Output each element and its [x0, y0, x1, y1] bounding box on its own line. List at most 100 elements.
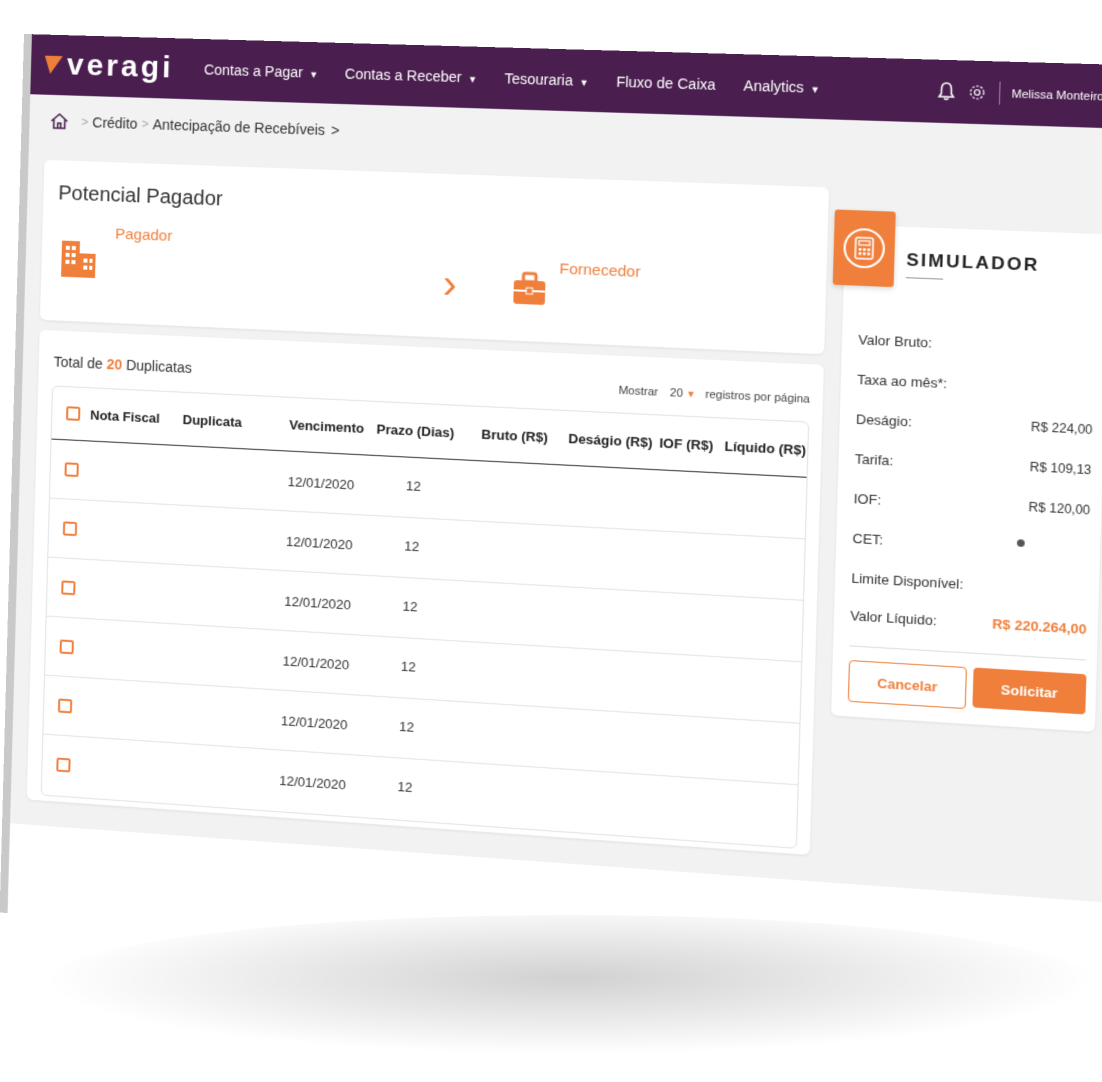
sim-label: IOF: [853, 490, 882, 508]
user-menu[interactable]: Melissa Monteiro ▾ [1011, 87, 1102, 104]
bell-icon[interactable] [938, 82, 956, 101]
nav-fluxo-de-caixa[interactable]: Fluxo de Caixa [616, 73, 716, 93]
row-checkbox[interactable] [59, 639, 74, 655]
sim-row-taxa: Taxa ao mês*: [857, 372, 1094, 399]
breadcrumb-trailing-separator: > [331, 122, 340, 139]
solicitar-button[interactable]: Solicitar [972, 667, 1087, 715]
breadcrumb-separator: > [141, 116, 149, 132]
col-header-bruto[interactable]: Bruto (R$) [481, 426, 548, 445]
chevron-right-icon: › [442, 261, 458, 308]
app-window: veragi Contas a Pagar ▼ Contas a Receber ▼… [0, 34, 1102, 998]
sim-divider [849, 645, 1086, 661]
page-size-control: Mostrar 20 ▼ registros por página [618, 385, 810, 406]
col-header-nota-fiscal[interactable]: Nota Fiscal [90, 407, 160, 425]
nav-label: Contas a Receber [344, 65, 462, 86]
col-header-vencimento[interactable]: Vencimento [289, 417, 364, 436]
select-all-checkbox[interactable] [66, 406, 81, 421]
sim-label: Valor Bruto: [858, 331, 933, 351]
app-screen: veragi Contas a Pagar ▼ Contas a Receber ▼… [10, 34, 1102, 903]
col-header-duplicata[interactable]: Duplicata [182, 412, 242, 430]
caret-down-icon: ▼ [685, 388, 696, 400]
nav-label: Analytics [743, 77, 805, 96]
row-checkbox[interactable] [64, 462, 79, 478]
pagador-label: Pagador [115, 225, 173, 245]
sim-row-tarifa: Tarifa: R$ 109,13 [855, 451, 1092, 478]
row-checkbox[interactable] [62, 521, 78, 537]
breadcrumb-separator: > [81, 114, 89, 130]
row-prazo: 12 [405, 477, 422, 495]
row-vencimento: 12/01/2020 [282, 653, 350, 673]
mostrar-label: Mostrar [618, 384, 659, 399]
caret-down-icon: ▼ [467, 74, 478, 85]
nav-contas-a-receber[interactable]: Contas a Receber ▼ [345, 65, 478, 85]
sim-value: R$ 120,00 [1028, 499, 1091, 518]
sim-row-valor-bruto: Valor Bruto: [858, 332, 1095, 358]
sim-row-limite: Limite Disponível: [851, 570, 1088, 599]
home-icon[interactable] [49, 112, 69, 131]
col-header-desagio[interactable]: Deságio (R$) [568, 431, 653, 451]
info-dot-icon[interactable] [1016, 539, 1025, 547]
row-prazo: 12 [402, 598, 418, 615]
cancel-button[interactable]: Cancelar [847, 659, 967, 710]
building-icon [60, 240, 96, 279]
net-value: R$ 220.264,00 [991, 615, 1087, 638]
duplicatas-table: Nota Fiscal Duplicata Vencimento Prazo (… [40, 385, 810, 849]
breadcrumb-item-antecipacao[interactable]: Antecipação de Recebíveis [152, 116, 325, 138]
sim-row-cet: CET: [852, 530, 1089, 558]
fornecedor-label: Fornecedor [559, 260, 641, 282]
total-prefix: Total de [53, 353, 103, 372]
page-size-value: 20 [669, 386, 684, 400]
sim-label: CET: [852, 530, 884, 548]
logo-mark-icon [41, 55, 63, 75]
gear-icon[interactable] [968, 84, 986, 101]
nav-contas-a-pagar[interactable]: Contas a Pagar ▼ [204, 61, 319, 81]
sim-value: R$ 224,00 [1030, 419, 1093, 438]
row-prazo: 12 [404, 538, 420, 555]
sim-label: Taxa ao mês*: [856, 371, 948, 392]
simulador-icon-box [832, 209, 896, 288]
page-size-select[interactable]: 20 ▼ [670, 387, 696, 401]
row-vencimento: 12/01/2020 [287, 473, 355, 493]
nav-tesouraria[interactable]: Tesouraria ▼ [504, 70, 589, 89]
col-header-prazo[interactable]: Prazo (Dias) [376, 421, 454, 440]
duplicatas-total: Total de 20 Duplicatas [53, 353, 192, 375]
caret-down-icon: ▼ [810, 84, 821, 96]
sim-label: Valor Líquido: [850, 607, 937, 629]
row-checkbox[interactable] [61, 580, 76, 596]
row-checkbox[interactable] [57, 698, 73, 714]
nav-label: Contas a Pagar [203, 61, 304, 81]
per-page-label: registros por página [705, 388, 811, 406]
briefcase-icon [513, 271, 546, 305]
row-vencimento: 12/01/2020 [279, 772, 347, 793]
row-prazo: 12 [398, 718, 415, 735]
breadcrumb-item-credito[interactable]: Crédito [92, 114, 138, 132]
title-underline [905, 277, 944, 280]
sim-row-iof: IOF: R$ 120,00 [853, 491, 1090, 519]
row-vencimento: 12/01/2020 [285, 533, 353, 553]
sim-label: Limite Disponível: [851, 570, 964, 593]
nav-label: Fluxo de Caixa [616, 73, 716, 93]
brand-name: veragi [66, 48, 175, 85]
payer-card: Potencial Pagador Pagador › Fornecedor [39, 159, 830, 355]
row-checkbox[interactable] [56, 757, 71, 773]
nav-analytics[interactable]: Analytics ▼ [743, 77, 820, 96]
col-header-iof[interactable]: IOF (R$) [659, 435, 713, 453]
calculator-icon [842, 227, 886, 269]
nav-label: Tesouraria [504, 70, 574, 89]
simulador-card: SIMULADOR Valor Bruto: Taxa ao mês*: Des… [831, 209, 1102, 733]
sim-label: Tarifa: [854, 450, 894, 469]
sim-row-desagio: Deságio: R$ 224,00 [856, 411, 1093, 438]
brand-logo[interactable]: veragi [41, 48, 175, 86]
total-suffix: Duplicatas [125, 356, 193, 376]
user-name: Melissa Monteiro [1011, 87, 1102, 104]
row-vencimento: 12/01/2020 [284, 593, 352, 613]
caret-down-icon: ▼ [579, 77, 589, 89]
simulador-title: SIMULADOR [906, 249, 1040, 276]
payer-card-title: Potencial Pagador [58, 182, 223, 211]
row-prazo: 12 [397, 778, 413, 796]
sim-value: R$ 109,13 [1029, 459, 1092, 478]
row-prazo: 12 [400, 658, 417, 675]
total-count: 20 [106, 355, 123, 373]
sim-row-valor-liquido: Valor Líquido: R$ 220.264,00 [850, 608, 1087, 637]
col-header-liquido[interactable]: Líquido (R$) [724, 438, 806, 458]
